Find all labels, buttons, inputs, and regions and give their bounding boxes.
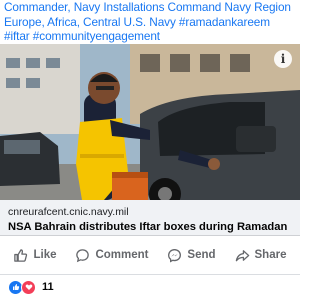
comment-icon	[76, 248, 90, 262]
send-button[interactable]: Send	[167, 248, 216, 263]
photo-scene	[0, 44, 300, 200]
share-button[interactable]: Share	[235, 248, 287, 263]
share-arrow-icon	[235, 249, 249, 261]
link-preview[interactable]: cnreurafcent.cnic.navy.mil NSA Bahrain d…	[0, 200, 300, 236]
like-label: Like	[33, 249, 57, 261]
messenger-icon	[168, 248, 182, 263]
comment-button[interactable]: Comment	[75, 248, 148, 263]
reaction-count: 11	[42, 281, 54, 293]
share-label: Share	[254, 249, 287, 261]
post-action-bar: Like Comment Send Share	[0, 236, 300, 275]
send-label: Send	[187, 249, 216, 261]
facebook-post: Commander, Navy Installations Command Na…	[0, 0, 300, 300]
reaction-summary[interactable]: 11	[0, 275, 300, 299]
info-icon[interactable]: i	[274, 50, 292, 68]
love-reaction-icon	[21, 279, 36, 295]
post-caption: Commander, Navy Installations Command Na…	[4, 0, 291, 44]
thumbs-up-icon	[14, 248, 28, 262]
post-photo[interactable]: i	[0, 44, 300, 200]
link-headline[interactable]: NSA Bahrain distributes Iftar boxes duri…	[8, 220, 292, 234]
comment-label: Comment	[95, 249, 149, 261]
link-domain: cnreurafcent.cnic.navy.mil	[8, 206, 129, 218]
like-button[interactable]: Like	[13, 248, 56, 263]
